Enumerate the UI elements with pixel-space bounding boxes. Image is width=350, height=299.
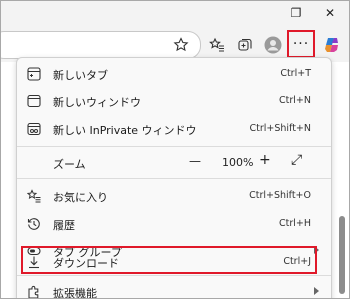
collections-icon [238, 38, 252, 51]
menu-item-label: 新しい InPrivate ウィンドウ [53, 124, 197, 137]
history-icon [26, 216, 42, 232]
menu-item-shortcut: Ctrl+T [280, 68, 311, 79]
menu-divider [17, 275, 331, 276]
menu-item-history[interactable]: 履歴 Ctrl+H [17, 210, 331, 238]
new-tab-icon [26, 66, 42, 82]
zoom-level: 100% [222, 156, 254, 169]
menu-item-label: 新しいウィンドウ [53, 96, 141, 109]
menu-item-favorites[interactable]: お気に入り Ctrl+Shift+O [17, 182, 331, 210]
zoom-label: ズーム [53, 158, 86, 171]
star-add-icon [173, 37, 189, 52]
menu-item-shortcut: Ctrl+H [278, 218, 311, 229]
collections-button[interactable] [236, 36, 254, 54]
menu-item-zoom: ズーム — 100% + ⤢ [17, 148, 331, 178]
menu-item-new-inprivate-window[interactable]: 新しい InPrivate ウィンドウ Ctrl+Shift+N [17, 115, 331, 143]
zoom-in-button[interactable]: + [259, 152, 271, 168]
extensions-icon [26, 284, 42, 298]
favorites-button[interactable] [208, 36, 226, 54]
settings-menu: 新しいタブ Ctrl+T 新しいウィンドウ Ctrl+N 新しい InPriva… [16, 57, 332, 299]
zoom-out-button[interactable]: — [189, 154, 201, 168]
browser-window: ❐ ✕ ··· 新しいタブ Ctrl+T 新しいウィンドウ Ctrl+N 新しい… [0, 0, 350, 299]
menu-divider [17, 178, 331, 179]
menu-item-new-window[interactable]: 新しいウィンドウ Ctrl+N [17, 87, 331, 115]
copilot-icon [325, 38, 338, 52]
menu-item-label: 拡張機能 [53, 287, 97, 299]
menu-item-shortcut: Ctrl+Shift+N [249, 123, 311, 134]
menu-item-label: 新しいタブ [53, 69, 108, 82]
restore-icon: ❐ [290, 6, 302, 20]
menu-item-shortcut: Ctrl+Shift+O [249, 190, 311, 201]
menu-item-label: 履歴 [53, 219, 75, 232]
copilot-button[interactable] [323, 36, 341, 54]
new-window-icon [26, 93, 42, 109]
menu-item-new-tab[interactable]: 新しいタブ Ctrl+T [17, 60, 331, 88]
profile-icon [264, 36, 282, 54]
title-bar: ❐ ✕ [1, 1, 349, 27]
favorites-icon [26, 188, 42, 204]
favorites-icon [209, 37, 224, 52]
fullscreen-button[interactable]: ⤢ [291, 152, 302, 168]
menu-divider [17, 146, 331, 147]
restore-button[interactable]: ❐ [285, 4, 307, 22]
profile-button[interactable] [264, 36, 282, 54]
menu-item-label: お気に入り [53, 191, 108, 204]
menu-item-extensions[interactable]: 拡張機能 [17, 278, 331, 299]
add-favorite-button[interactable] [172, 36, 190, 54]
downloads-highlight-box [21, 246, 317, 274]
inprivate-icon [26, 121, 42, 137]
close-icon: ✕ [324, 6, 336, 20]
more-icon: ··· [292, 36, 310, 52]
menu-item-shortcut: Ctrl+N [279, 95, 311, 106]
address-bar[interactable] [1, 31, 201, 59]
submenu-arrow-icon [314, 287, 319, 295]
close-window-button[interactable]: ✕ [319, 4, 341, 22]
scrollbar[interactable] [339, 216, 345, 294]
settings-and-more-button[interactable]: ··· [287, 30, 315, 58]
